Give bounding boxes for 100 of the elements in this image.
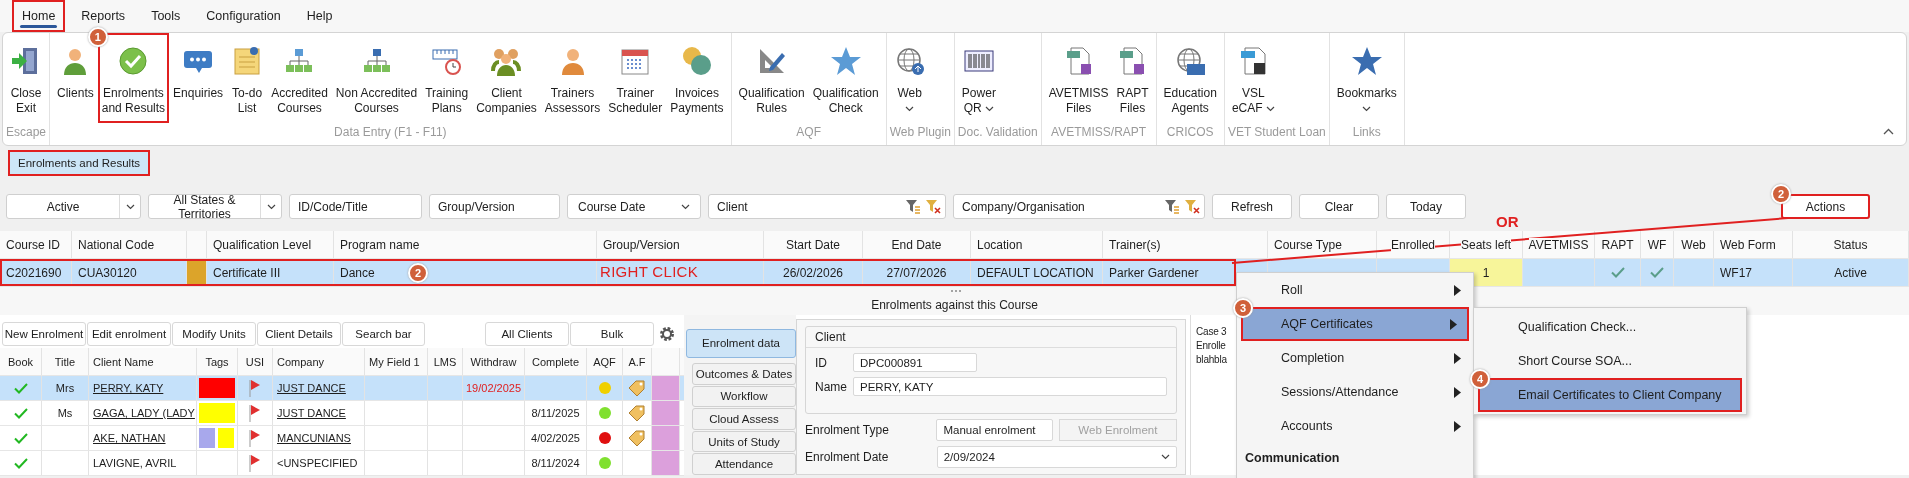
menu-item[interactable]: Sessions/Attendance (1237, 375, 1473, 409)
menu-item[interactable]: Accounts (1237, 409, 1473, 443)
menu-tab[interactable]: Configuration (196, 0, 291, 32)
ribbon-button[interactable]: Invoices Payments (666, 33, 728, 123)
menu-item[interactable]: Completion (1237, 341, 1473, 375)
toolbar-button[interactable]: Today (1386, 194, 1466, 219)
column-header[interactable]: A.F (628, 355, 646, 368)
toolbar-button[interactable]: Modify Units (172, 321, 256, 346)
ribbon-button[interactable]: Education Agents (1159, 33, 1221, 123)
menu-item[interactable]: Qualification Check... (1474, 310, 1746, 344)
column-header[interactable]: Program name (340, 237, 420, 252)
column-header[interactable]: End Date (891, 237, 942, 252)
column-header[interactable]: Location (977, 237, 1023, 252)
table-cell[interactable]: MANCUNIANS (277, 432, 351, 444)
table-cell[interactable]: GAGA, LADY (LADY (93, 407, 195, 419)
ribbon-button[interactable]: Training Plans (421, 33, 473, 123)
column-header[interactable]: Book (7, 355, 34, 368)
grip-icon[interactable] (950, 289, 962, 293)
column-header[interactable]: Qualification Level (213, 237, 312, 252)
side-tab[interactable]: Outcomes & Dates (692, 362, 796, 385)
table-row[interactable]: LAVIGNE, AVRIL <UNSPECIFIED 8/11/2024 (0, 451, 684, 476)
states-dropdown[interactable]: All States & Territories (148, 194, 282, 219)
search-field[interactable]: Group/Version (429, 194, 560, 219)
column-header[interactable]: Complete (531, 355, 580, 368)
search-field[interactable]: ID/Code/Title (289, 194, 422, 219)
column-header[interactable]: Group/Version (603, 237, 680, 252)
clear-filter-icon[interactable] (1184, 199, 1200, 214)
table-row[interactable]: Ms GAGA, LADY (LADY JUST DANCE 8/11/2025 (0, 401, 684, 426)
column-header[interactable]: National Code (78, 237, 155, 252)
menu-tab[interactable]: Tools (141, 0, 191, 32)
ribbon-button[interactable]: Qualification Check (808, 33, 883, 123)
ribbon-button[interactable]: RAPT Files (1112, 33, 1153, 123)
ribbon-button[interactable]: Non Accredited Courses (331, 33, 422, 123)
column-header[interactable]: Web Form (1720, 237, 1776, 252)
ribbon-button[interactable]: Accredited Courses (267, 33, 332, 123)
side-tab[interactable]: Enrolment data (686, 329, 796, 358)
ribbon-button[interactable]: Trainers Assessors (540, 33, 605, 123)
toolbar-button[interactable]: Clear (1299, 194, 1379, 219)
column-header[interactable]: Company (277, 355, 325, 368)
column-header[interactable]: Status (1833, 237, 1868, 252)
toolbar-button[interactable]: Edit enrolment (87, 321, 171, 346)
column-header[interactable]: Course ID (6, 237, 61, 252)
filter-icon[interactable] (1164, 199, 1180, 214)
column-header[interactable]: My Field 1 (369, 355, 420, 368)
column-header[interactable]: RAPT (1601, 237, 1634, 252)
side-tab[interactable]: Cloud Assess (692, 408, 796, 430)
ribbon-button[interactable]: Trainer Scheduler (604, 33, 667, 123)
date-field[interactable]: 2/09/2024 (936, 446, 1177, 468)
column-header[interactable]: Seats left (1461, 237, 1511, 252)
ribbon-button[interactable]: Bookmarks (1332, 33, 1401, 123)
ribbon-button[interactable]: Client Companies (472, 33, 541, 123)
column-header[interactable]: Start Date (786, 237, 840, 252)
column-header[interactable]: Course Type (1274, 237, 1342, 252)
enrolment-type-field[interactable]: Manual enrolment (936, 419, 1053, 441)
ribbon-button[interactable]: Web (889, 33, 930, 123)
ribbon-button[interactable]: VSL eCAF (1227, 33, 1279, 123)
toolbar-button[interactable]: Refresh (1212, 194, 1292, 219)
ribbon-button[interactable]: To-do List (227, 33, 268, 123)
id-field[interactable]: DPC000891 (853, 353, 977, 372)
table-row[interactable]: AKE, NATHAN MANCUNIANS 4/02/2025 (0, 426, 684, 451)
column-header[interactable]: WF (1647, 237, 1667, 252)
column-header[interactable]: Tags (205, 355, 229, 368)
toolbar-button[interactable]: Bulk (570, 321, 654, 346)
client-filter-field[interactable]: Client (708, 194, 946, 219)
ribbon-button[interactable]: Qualification Rules (734, 33, 809, 123)
collapse-icon[interactable] (1883, 128, 1894, 135)
table-cell[interactable]: JUST DANCE (277, 382, 346, 394)
ribbon-button[interactable]: Enquiries (169, 33, 228, 123)
column-header[interactable]: Title (54, 355, 76, 368)
toolbar-button[interactable]: Search bar (342, 321, 425, 346)
ribbon-button[interactable]: Close Exit (6, 33, 46, 123)
column-header[interactable]: Client Name (93, 355, 154, 368)
column-header[interactable]: Trainer(s) (1109, 237, 1161, 252)
table-cell[interactable]: AKE, NATHAN (93, 432, 166, 444)
column-header[interactable]: Enrolled (1391, 237, 1435, 252)
menu-tab[interactable]: Help (296, 0, 343, 32)
table-cell[interactable]: JUST DANCE (277, 407, 346, 419)
settings-icon[interactable] (658, 324, 676, 343)
column-header[interactable]: AQF (593, 355, 616, 368)
ribbon-button[interactable]: AVETMISS Files (1044, 33, 1113, 123)
column-header[interactable]: Withdraw (470, 355, 517, 368)
column-header[interactable]: Web (1681, 237, 1706, 252)
filter-icon[interactable] (905, 199, 921, 214)
toolbar-button[interactable]: All Clients (485, 321, 569, 346)
table-row[interactable]: Mrs PERRY, KATY JUST DANCE 19/02/2025 (0, 376, 684, 401)
name-field[interactable]: PERRY, KATY (853, 377, 1167, 396)
column-header[interactable]: AVETMISS (1528, 237, 1589, 252)
side-tab[interactable]: Workflow (692, 385, 796, 408)
status-dropdown[interactable]: Active (6, 194, 141, 219)
company-filter-field[interactable]: Company/Organisation (953, 194, 1205, 219)
toolbar-button[interactable]: Client Details (257, 321, 341, 346)
table-cell[interactable]: PERRY, KATY (93, 382, 164, 394)
clear-filter-icon[interactable] (925, 199, 941, 214)
side-tab[interactable]: Units of Study (692, 430, 796, 453)
side-tab[interactable]: Attendance (692, 453, 796, 475)
column-header[interactable]: USI (245, 355, 265, 368)
ribbon-button[interactable]: Power QR (957, 33, 1000, 123)
date-dropdown[interactable]: Course Date (567, 194, 701, 219)
column-header[interactable]: LMS (433, 355, 457, 368)
menu-tab[interactable]: Home (12, 0, 66, 32)
